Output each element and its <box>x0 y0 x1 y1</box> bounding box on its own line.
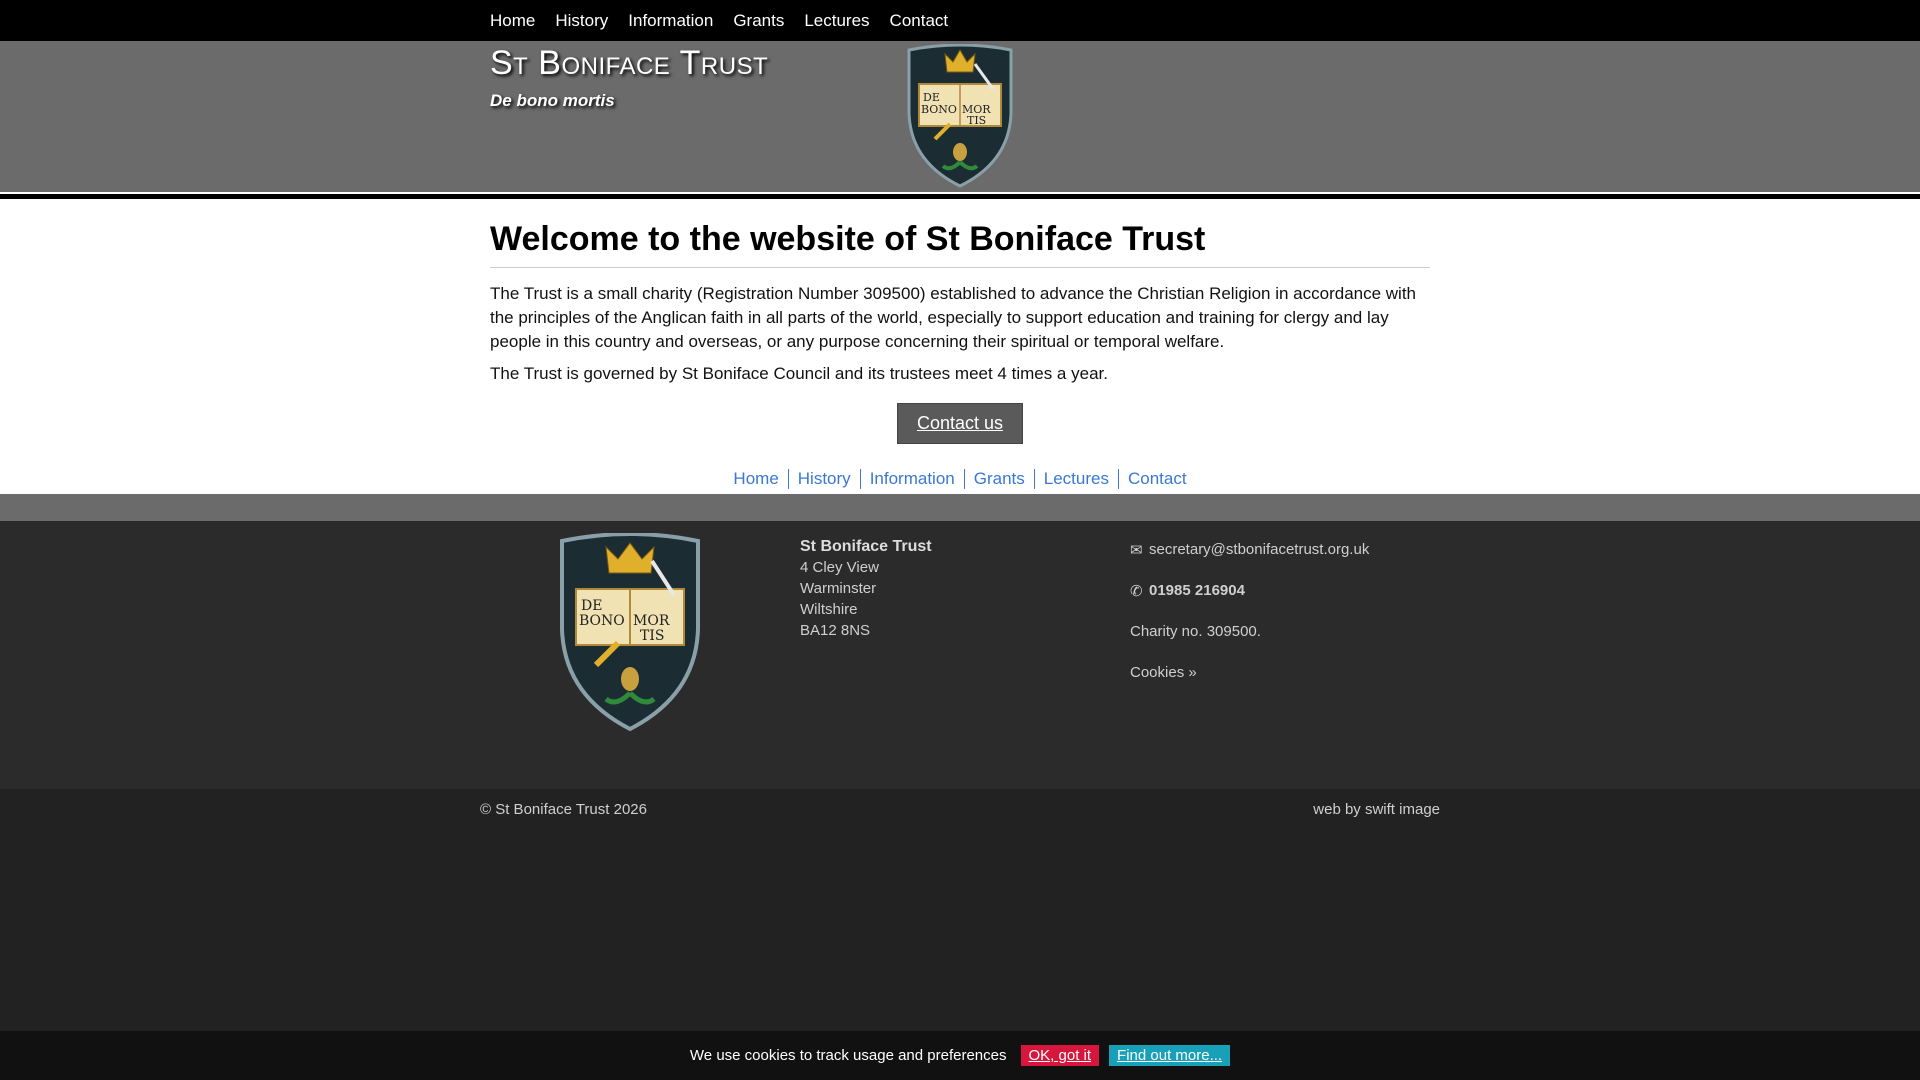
shield-text-bono: BONO <box>921 103 957 116</box>
phone-icon: ✆ <box>1130 583 1143 600</box>
web-credit: web by swift image <box>1313 801 1440 818</box>
footer-address-line2: Warminster <box>800 580 877 597</box>
top-nav: Home History Information Grants Lectures… <box>0 0 1920 41</box>
cookie-message: We use cookies to track usage and prefer… <box>689 1047 1007 1064</box>
footer-shield-text-de: DE <box>581 598 602 614</box>
footer-cookies-link[interactable]: Cookies » <box>1130 664 1197 681</box>
cookie-ok-button[interactable]: OK, got it <box>1020 1045 1100 1066</box>
footer-email-link[interactable]: secretary@stbonifacetrust.org.uk <box>1149 541 1369 558</box>
nav-grants-link[interactable]: Grants <box>733 11 784 30</box>
bottom-nav-history-link[interactable]: History <box>798 469 851 488</box>
footer-crest-shield-icon: DE BONO MOR TIS <box>560 533 700 732</box>
bottom-nav-contact-link[interactable]: Contact <box>1128 469 1187 488</box>
bottom-nav-home-link[interactable]: Home <box>733 469 778 488</box>
site-title[interactable]: St Boniface Trust <box>490 44 768 83</box>
bottom-nav-lectures-link[interactable]: Lectures <box>1044 469 1109 488</box>
divider-band <box>0 494 1920 521</box>
footer-phone: 01985 216904 <box>1149 582 1245 599</box>
footer-shield-text-mor: MOR <box>633 613 670 629</box>
footer-address: St Boniface Trust 4 Cley View Warminster… <box>800 536 932 641</box>
nav-home-link[interactable]: Home <box>490 11 535 30</box>
nav-information-link[interactable]: Information <box>628 11 713 30</box>
bottom-bar <box>0 789 1920 1031</box>
footer-contact: ✉ secretary@stbonifacetrust.org.uk ✆ 019… <box>1130 541 1369 705</box>
governance-paragraph: The Trust is governed by St Boniface Cou… <box>490 364 1108 383</box>
footer-address-line3: Wiltshire <box>800 601 858 618</box>
intro-paragraph: The Trust is a small charity (Registrati… <box>490 284 1417 351</box>
contact-us-button[interactable]: Contact us <box>897 403 1023 444</box>
footer-org-name: St Boniface Trust <box>800 538 932 555</box>
nav-lectures-link[interactable]: Lectures <box>804 11 869 30</box>
cookie-find-out-more-button[interactable]: Find out more... <box>1109 1045 1231 1066</box>
footer-address-line1: 4 Cley View <box>800 559 879 576</box>
site-footer <box>0 521 1920 789</box>
nav-history-link[interactable]: History <box>555 11 608 30</box>
bottom-nav: Home History Information Grants Lectures… <box>0 469 1920 489</box>
crest-shield-icon: DE BONO MOR TIS <box>907 44 1013 188</box>
envelope-icon: ✉ <box>1130 542 1143 559</box>
bottom-nav-information-link[interactable]: Information <box>870 469 955 488</box>
bottom-nav-grants-link[interactable]: Grants <box>974 469 1025 488</box>
footer-shield-text-tis: TIS <box>640 628 664 644</box>
footer-charity-number: Charity no. 309500. <box>1130 623 1261 640</box>
footer-shield-text-bono: BONO <box>579 613 625 629</box>
shield-text-tis: TIS <box>967 114 986 127</box>
web-credit-link[interactable]: web by swift image <box>1313 801 1440 818</box>
cookie-consent-bar: We use cookies to track usage and prefer… <box>0 1031 1920 1080</box>
top-nav-list: Home History Information Grants Lectures… <box>490 0 968 41</box>
nav-contact-link[interactable]: Contact <box>890 11 949 30</box>
footer-address-postcode: BA12 8NS <box>800 622 871 639</box>
copyright-text: © St Boniface Trust 2026 <box>480 801 647 818</box>
site-motto: De bono mortis <box>490 91 615 110</box>
page-title: Welcome to the website of St Boniface Tr… <box>490 220 1430 268</box>
